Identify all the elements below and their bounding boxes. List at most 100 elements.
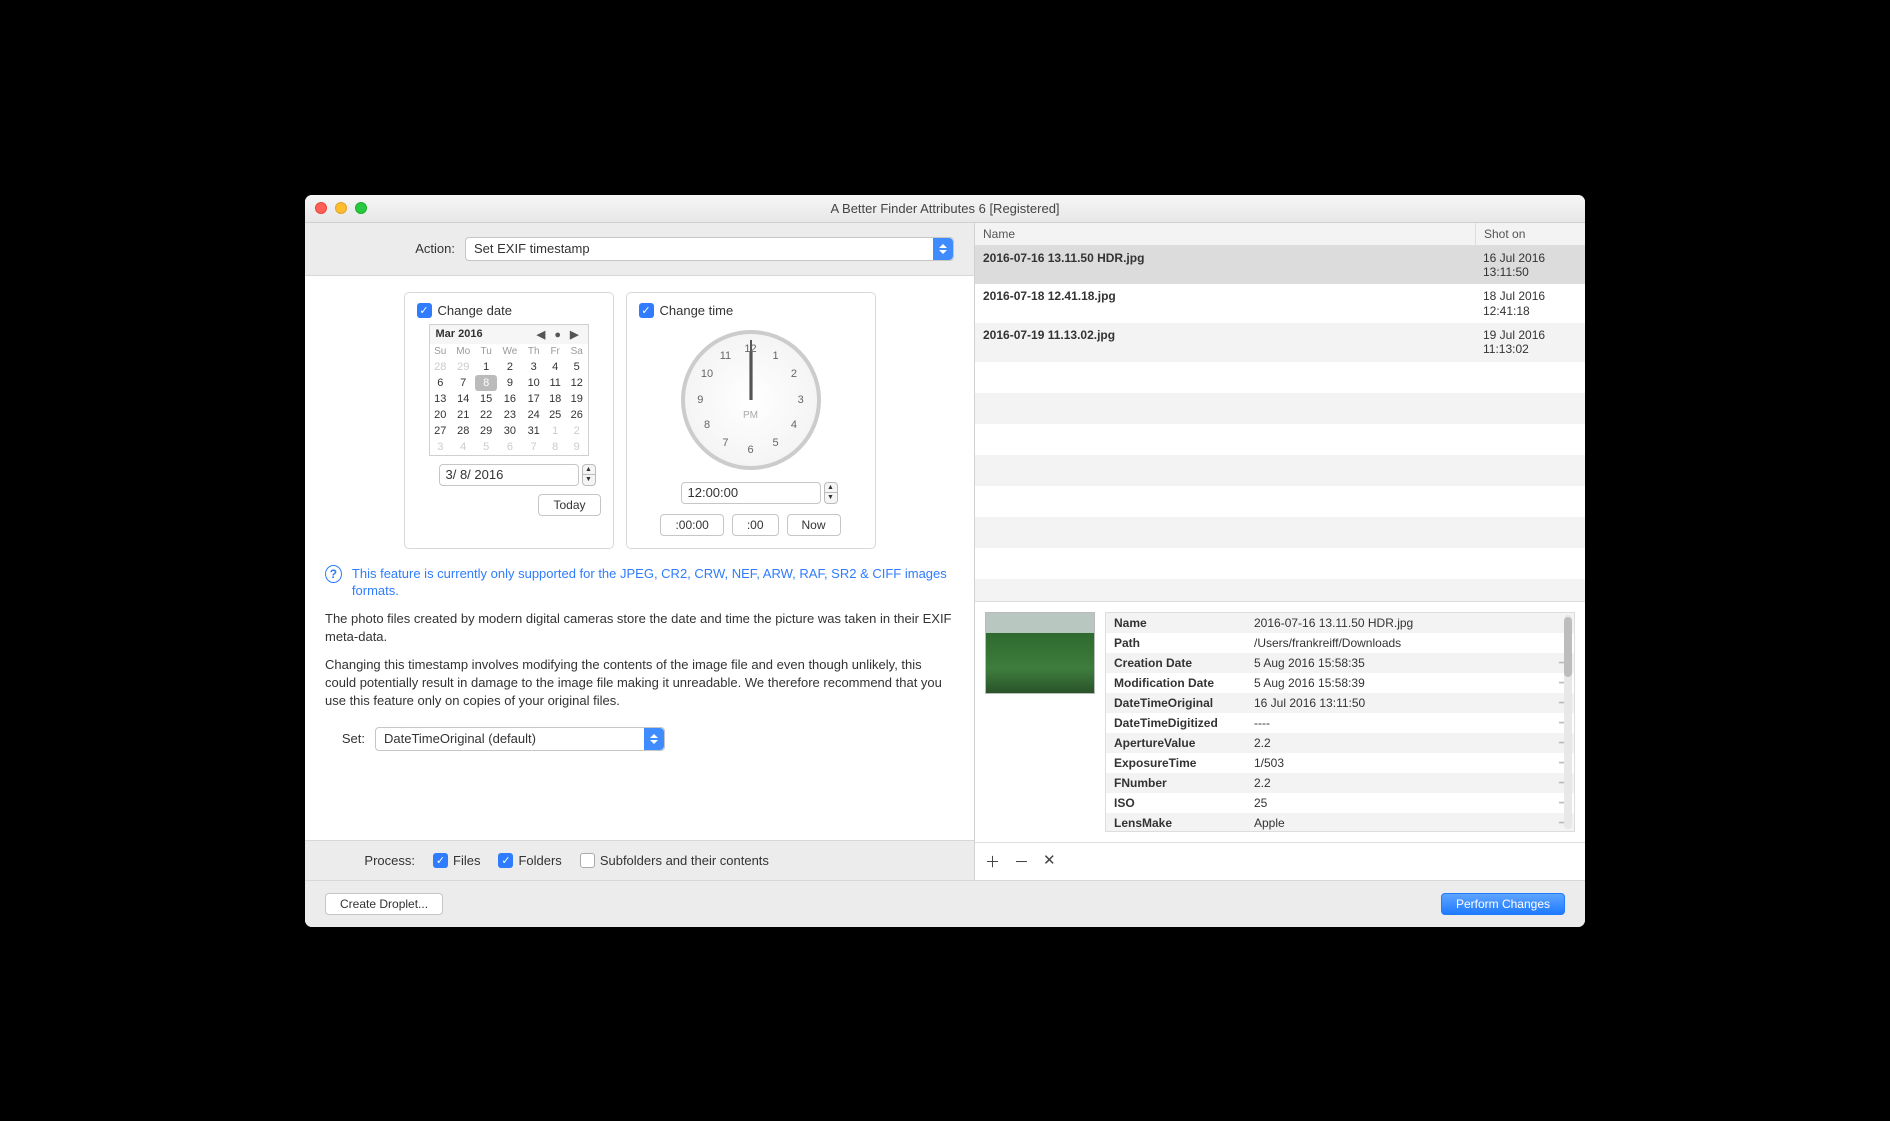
calendar-day[interactable]: 7: [451, 375, 475, 391]
calendar-day[interactable]: 2: [566, 423, 588, 439]
calendar-day[interactable]: 29: [451, 359, 475, 375]
calendar[interactable]: Mar 2016 ◀ ● ▶ SuMoTuWeThFrSa28291234567…: [429, 324, 589, 456]
action-label: Action:: [305, 241, 455, 256]
calendar-day[interactable]: 13: [430, 391, 452, 407]
calendar-day[interactable]: 27: [430, 423, 452, 439]
calendar-day[interactable]: 17: [523, 391, 545, 407]
set-select[interactable]: DateTimeOriginal (default): [375, 727, 665, 751]
calendar-day[interactable]: 20: [430, 407, 452, 423]
calendar-day[interactable]: 10: [523, 375, 545, 391]
date-field[interactable]: 3/ 8/ 2016 ▲▼: [439, 464, 579, 486]
calendar-day[interactable]: 6: [497, 439, 523, 455]
calendar-day[interactable]: 7: [523, 439, 545, 455]
calendar-day[interactable]: 3: [430, 439, 452, 455]
calendar-day[interactable]: 14: [451, 391, 475, 407]
perform-changes-button[interactable]: Perform Changes: [1441, 893, 1565, 915]
meta-key: DateTimeOriginal: [1106, 693, 1246, 713]
clock-number: 3: [798, 394, 804, 406]
ampm-label: PM: [743, 410, 758, 421]
cal-next-icon[interactable]: ▶: [567, 329, 581, 341]
thumbnail: [985, 612, 1095, 694]
calendar-day[interactable]: 4: [451, 439, 475, 455]
remove-icon[interactable]: －: [1014, 851, 1029, 872]
table-row: [975, 362, 1585, 393]
add-icon[interactable]: ＋: [985, 851, 1000, 872]
meta-value: 25: [1246, 793, 1554, 813]
cal-prev-icon[interactable]: ◀: [534, 329, 548, 341]
calendar-day[interactable]: 9: [566, 439, 588, 455]
calendar-day[interactable]: 21: [451, 407, 475, 423]
set-label: Set:: [325, 731, 365, 746]
calendar-day[interactable]: 2: [497, 359, 523, 375]
calendar-day[interactable]: 28: [451, 423, 475, 439]
calendar-day[interactable]: 16: [497, 391, 523, 407]
table-row: [975, 393, 1585, 424]
table-row: [975, 455, 1585, 486]
calendar-day[interactable]: 31: [523, 423, 545, 439]
meta-value: Apple: [1246, 813, 1554, 832]
zero-minutes-button[interactable]: :00: [732, 514, 779, 536]
metadata-row: DateTimeOriginal16 Jul 2016 13:11:50➔: [1106, 693, 1574, 713]
process-subfolders-checkbox[interactable]: [580, 853, 595, 868]
clock-number: 11: [720, 350, 731, 362]
calendar-day[interactable]: 26: [566, 407, 588, 423]
calendar-day[interactable]: 15: [475, 391, 497, 407]
table-row: [975, 548, 1585, 579]
scrollbar[interactable]: [1564, 615, 1572, 829]
calendar-day[interactable]: 12: [566, 375, 588, 391]
calendar-day[interactable]: 1: [544, 423, 566, 439]
meta-key: FNumber: [1106, 773, 1246, 793]
file-list[interactable]: 2016-07-16 13.11.50 HDR.jpg16 Jul 2016 1…: [975, 246, 1585, 601]
calendar-day[interactable]: 30: [497, 423, 523, 439]
calendar-day[interactable]: 24: [523, 407, 545, 423]
calendar-day[interactable]: 3: [523, 359, 545, 375]
calendar-day[interactable]: 8: [544, 439, 566, 455]
time-field[interactable]: 12:00:00 ▲▼: [681, 482, 821, 504]
calendar-day[interactable]: 9: [497, 375, 523, 391]
table-row[interactable]: 2016-07-16 13.11.50 HDR.jpg16 Jul 2016 1…: [975, 246, 1585, 285]
calendar-day[interactable]: 5: [475, 439, 497, 455]
zero-seconds-button[interactable]: :00:00: [660, 514, 723, 536]
calendar-day[interactable]: 6: [430, 375, 452, 391]
col-name-header[interactable]: Name: [975, 223, 1475, 245]
process-folders-checkbox[interactable]: ✓: [498, 853, 513, 868]
clock-number: 4: [791, 419, 797, 431]
calendar-day[interactable]: 22: [475, 407, 497, 423]
action-select[interactable]: Set EXIF timestamp: [465, 237, 954, 261]
process-files-checkbox[interactable]: ✓: [433, 853, 448, 868]
calendar-day[interactable]: 4: [544, 359, 566, 375]
calendar-day[interactable]: 19: [566, 391, 588, 407]
create-droplet-button[interactable]: Create Droplet...: [325, 893, 443, 915]
col-shot-header[interactable]: Shot on: [1475, 223, 1585, 245]
process-label: Process:: [325, 853, 415, 868]
metadata-row: FNumber2.2➔: [1106, 773, 1574, 793]
calendar-day[interactable]: 5: [566, 359, 588, 375]
action-select-value: Set EXIF timestamp: [474, 241, 590, 256]
calendar-day[interactable]: 25: [544, 407, 566, 423]
change-time-checkbox[interactable]: ✓: [639, 303, 654, 318]
calendar-day[interactable]: 18: [544, 391, 566, 407]
table-row[interactable]: 2016-07-19 11.13.02.jpg19 Jul 2016 11:13…: [975, 323, 1585, 362]
calendar-day[interactable]: 1: [475, 359, 497, 375]
date-stepper[interactable]: ▲▼: [582, 464, 596, 486]
now-button[interactable]: Now: [787, 514, 841, 536]
calendar-day[interactable]: 29: [475, 423, 497, 439]
calendar-day[interactable]: 28: [430, 359, 452, 375]
metadata-row: Creation Date5 Aug 2016 15:58:35➔: [1106, 653, 1574, 673]
metadata-row: ExposureTime1/503➔: [1106, 753, 1574, 773]
change-date-checkbox[interactable]: ✓: [417, 303, 432, 318]
info-icon: ?: [325, 565, 342, 583]
calendar-day[interactable]: 23: [497, 407, 523, 423]
calendar-day[interactable]: 11: [544, 375, 566, 391]
clear-icon[interactable]: ✕: [1043, 851, 1056, 872]
metadata-row: DateTimeDigitized----➔: [1106, 713, 1574, 733]
today-button[interactable]: Today: [538, 494, 600, 516]
cal-today-icon[interactable]: ●: [551, 329, 564, 341]
calendar-day[interactable]: 8: [475, 375, 497, 391]
analog-clock[interactable]: PM 121234567891011: [681, 330, 821, 470]
metadata-row: Modification Date5 Aug 2016 15:58:39➔: [1106, 673, 1574, 693]
table-row[interactable]: 2016-07-18 12.41.18.jpg18 Jul 2016 12:41…: [975, 284, 1585, 323]
table-row: [975, 424, 1585, 455]
chevron-updown-icon: [933, 238, 953, 260]
time-stepper[interactable]: ▲▼: [824, 482, 838, 504]
